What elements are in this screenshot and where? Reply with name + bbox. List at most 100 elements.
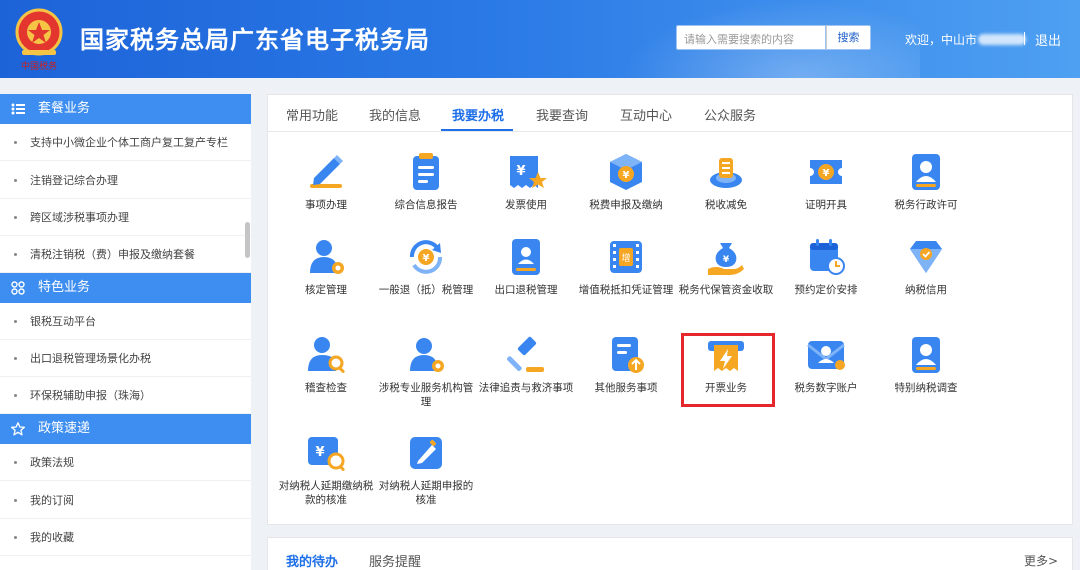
sidebar-item-label: 银税互动平台 [30, 315, 96, 328]
tile-label: 税务行政许可 [894, 199, 958, 211]
tile-label: 对纳税人延期缴纳税款的核准 [278, 480, 374, 506]
tile-label: 涉税专业服务机构管理 [378, 382, 474, 408]
sidebar-item[interactable]: 我的收藏 [0, 519, 251, 556]
sidebar: 套餐业务 支持中小微企业个体工商户复工复产专栏 注销登记综合办理 跨区域涉税事项… [0, 94, 251, 570]
sidebar-item-label: 环保税辅助申报（珠海） [30, 389, 151, 402]
more-link[interactable]: 更多> [1024, 552, 1058, 569]
tile-label: 核定管理 [305, 284, 347, 296]
badge-user-icon [912, 337, 940, 373]
tabs-divider [268, 131, 1072, 132]
svg-text:¥: ¥ [623, 170, 630, 181]
tile-invoice-use[interactable]: ¥ 发票使用 [476, 150, 576, 240]
search-input[interactable]: 请输入需要搜索的内容 [676, 25, 826, 50]
tile-vat-voucher[interactable]: 增 增值税抵扣凭证管理 [576, 235, 676, 325]
sidebar-item-label: 支持中小微企业个体工商户复工复产专栏 [30, 136, 228, 149]
sidebar-item[interactable]: 支持中小微企业个体工商户复工复产专栏 [0, 124, 251, 161]
active-tab-indicator [441, 129, 513, 131]
tile-label: 发票使用 [505, 199, 547, 211]
tile-agency-management[interactable]: 涉税专业服务机构管理 [376, 333, 476, 423]
vat-film-icon: 增 [610, 241, 642, 273]
tile-export-refund[interactable]: 出口退税管理 [476, 235, 576, 325]
tab-public-service[interactable]: 公众服务 [704, 105, 756, 124]
logout-link[interactable]: 退出 [1035, 30, 1061, 49]
tile-deferred-payment[interactable]: ¥ 对纳税人延期缴纳税款的核准 [276, 431, 376, 521]
tab-query[interactable]: 我要查询 [536, 105, 588, 124]
tile-label: 税收减免 [705, 199, 747, 211]
sidebar-item[interactable]: 清税注销税（费）申报及缴纳套餐 [0, 236, 251, 273]
grid-icon [11, 281, 25, 295]
tile-label: 出口退税管理 [494, 284, 558, 296]
bullet-icon [14, 320, 17, 323]
emblem-caption: 中国税务 [21, 60, 57, 72]
sidebar-item[interactable]: 注销登记综合办理 [0, 162, 251, 199]
tile-deferred-declaration[interactable]: 对纳税人延期申报的核准 [376, 431, 476, 521]
tile-audit[interactable]: 稽查检查 [276, 333, 376, 423]
sidebar-section-package[interactable]: 套餐业务 [0, 94, 251, 124]
tile-legal-remedy[interactable]: 法律追责与救济事项 [476, 333, 576, 423]
svg-text:¥: ¥ [516, 164, 525, 179]
tile-assessment[interactable]: 核定管理 [276, 235, 376, 325]
sidebar-item-label: 出口退税管理场景化办税 [30, 352, 151, 365]
tile-label: 预约定价安排 [794, 284, 858, 296]
tile-digital-account[interactable]: 税务数字账户 [776, 333, 876, 423]
sidebar-item[interactable]: 我的订阅 [0, 482, 251, 519]
svg-text:增: 增 [621, 252, 630, 264]
tile-info-report[interactable]: 综合信息报告 [376, 150, 476, 240]
user-settings-icon [410, 338, 444, 372]
site-header: 中国税务 国家税务总局广东省电子税务局 请输入需要搜索的内容 搜索 欢迎，中山市… [0, 0, 1080, 78]
sidebar-item[interactable]: 环保税辅助申报（珠海） [0, 377, 251, 414]
sidebar-section-title: 特色业务 [38, 280, 91, 295]
calendar-clock-icon [810, 239, 845, 275]
tile-admin-permit[interactable]: 税务行政许可 [876, 150, 976, 240]
welcome-label: 欢迎，中山市 [905, 33, 978, 47]
svg-text:¥: ¥ [315, 445, 324, 460]
bullet-icon [14, 536, 17, 539]
tab-my-todo[interactable]: 我的待办 [286, 551, 338, 570]
highlight-box [681, 333, 775, 407]
tab-interaction[interactable]: 互动中心 [620, 105, 672, 124]
tile-special-investigation[interactable]: 特别纳税调查 [876, 333, 976, 423]
tile-custody-fund[interactable]: ¥ 税务代保管资金收取 [676, 235, 776, 325]
user-search-icon [308, 337, 345, 373]
pen-icon [310, 155, 343, 188]
sidebar-item[interactable]: 政策法规 [0, 444, 251, 481]
main-panel: 常用功能 我的信息 我要办税 我要查询 互动中心 公众服务 事项办理 综合信息报… [267, 94, 1073, 525]
invoice-star-icon: ¥ [510, 156, 547, 188]
tile-tax-credit[interactable]: 纳税信用 [876, 235, 976, 325]
sidebar-section-featured[interactable]: 特色业务 [0, 273, 251, 303]
envelope-user-icon [807, 341, 845, 370]
sidebar-item[interactable]: 跨区域涉税事项办理 [0, 199, 251, 236]
svg-text:¥: ¥ [823, 168, 830, 179]
tile-tax-declaration[interactable]: ¥ 税费申报及缴纳 [576, 150, 676, 240]
tile-tax-reduction[interactable]: 税收减免 [676, 150, 776, 240]
tile-matter-handling[interactable]: 事项办理 [276, 150, 376, 240]
svg-text:¥: ¥ [423, 253, 430, 264]
tab-tax-handling[interactable]: 我要办税 [452, 105, 504, 124]
bullet-icon [14, 141, 17, 144]
tile-label: 特别纳税调查 [894, 382, 958, 394]
tile-refund[interactable]: ¥ 一般退（抵）税管理 [376, 235, 476, 325]
tile-label: 证明开具 [805, 199, 847, 211]
sidebar-item-label: 清税注销税（费）申报及缴纳套餐 [30, 248, 195, 261]
tile-label: 综合信息报告 [394, 199, 458, 211]
header-divider [1024, 32, 1025, 45]
sidebar-scrollbar[interactable] [245, 222, 250, 258]
sidebar-item[interactable]: 银税互动平台 [0, 303, 251, 340]
money-bag-hand-icon: ¥ [708, 243, 744, 275]
sidebar-section-policy[interactable]: 政策速递 [0, 414, 251, 444]
tile-certificate[interactable]: ¥ 证明开具 [776, 150, 876, 240]
bullet-icon [14, 499, 17, 502]
tile-label: 纳税信用 [905, 284, 947, 296]
book-user-icon [512, 239, 540, 275]
sidebar-item[interactable]: 出口退税管理场景化办税 [0, 340, 251, 377]
tile-other-services[interactable]: 其他服务事项 [576, 333, 676, 423]
star-icon [11, 422, 25, 436]
tile-pricing-arrangement[interactable]: 预约定价安排 [776, 235, 876, 325]
search-button[interactable]: 搜索 [826, 25, 871, 50]
sidebar-section-title: 套餐业务 [38, 101, 91, 116]
tab-my-info[interactable]: 我的信息 [369, 105, 421, 124]
tile-label: 其他服务事项 [594, 382, 658, 394]
tab-service-reminder[interactable]: 服务提醒 [369, 551, 421, 570]
tab-common[interactable]: 常用功能 [286, 105, 338, 124]
bullet-icon [14, 216, 17, 219]
